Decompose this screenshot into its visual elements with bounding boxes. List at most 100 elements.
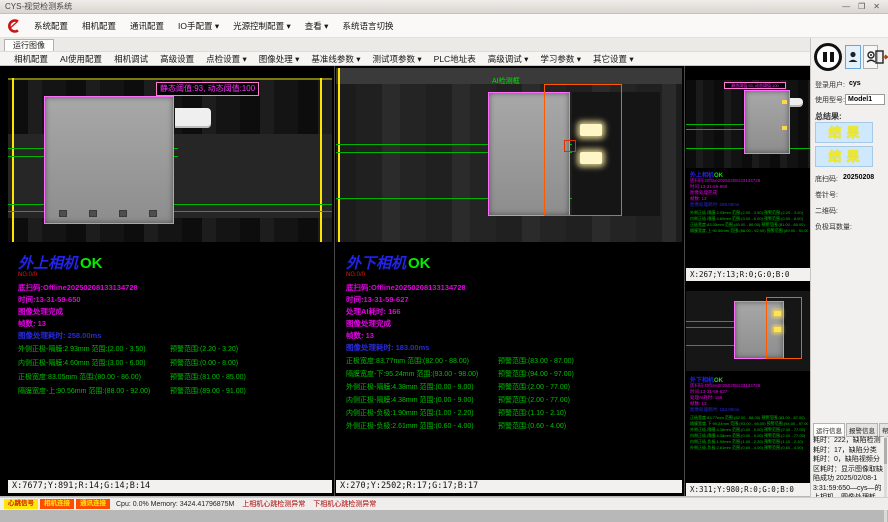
threshold-overlay-label: 静态阈值:93, 动态阈值:100 <box>156 82 259 96</box>
measurement-value: 内侧正极-隔膜:4.60mm 范围:(3.00 - 6.00) <box>690 216 763 221</box>
pixel-coordinate-readout: X:7677;Y:891;R:14;G:14;B:14 <box>8 480 332 493</box>
measurement-row: 隔膜宽度-上:90.56mm 范围:(88.00 - 92.00) 预警范围:(… <box>690 228 808 234</box>
upper-camera-image[interactable]: 静态阈值:93, 动态阈值:100 <box>8 78 332 242</box>
warn-range: 预警范围:(2.00 - 77.00) <box>498 382 570 392</box>
model-select[interactable]: Model1 <box>845 94 885 105</box>
tool-test-params[interactable]: 测试项参数 ▾ <box>367 53 428 65</box>
exit-button[interactable] <box>875 45 888 69</box>
tab-count-label: 负极耳数量: <box>815 222 852 232</box>
main-view: 静态阈值:93, 动态阈值:100 外上相机OK NG:0/0 底扫码:Offl… <box>0 66 810 496</box>
ng-note: NG:0/0 <box>346 272 365 278</box>
measurement-row: 隔膜宽度-上:90.56mm 范围:(88.00 - 92.00) 预警范围:(… <box>18 386 348 396</box>
measurement-value: 隔膜宽度-上:90.56mm 范围:(88.00 - 92.00) <box>690 228 766 233</box>
tab-run-info[interactable]: 运行信息 <box>813 423 845 437</box>
barcode-value: 20250208 <box>843 174 874 181</box>
pixel-coordinate-readout: X:311;Y:980;R:0;G:0;B:0 <box>686 483 810 496</box>
ai-time-line: 处理AI耗时: 166 <box>346 306 401 317</box>
tool-image-processing[interactable]: 图像处理 ▾ <box>253 53 306 65</box>
measurement-value: 正极宽度:83.05mm 范围:(80.00 - 86.00) <box>690 222 760 227</box>
window-controls: —❐✕ <box>838 0 884 14</box>
measurement-value: 外侧正极-隔膜:4.38mm 范围:(0.00 - 9.00) <box>346 384 474 391</box>
lower-camera-panel: AI检测框 外下相机OK NG:0/0 底扫码:Offline202502081… <box>336 66 682 496</box>
pause-button[interactable] <box>814 43 842 71</box>
maximize-button[interactable]: ❐ <box>854 2 869 11</box>
warn-range: 预警范围:(94.00 - 97.00) <box>767 421 808 426</box>
tool-advanced-settings[interactable]: 高级设置 <box>154 53 200 65</box>
yellow-marker <box>782 126 787 130</box>
upper-camera-panel: 静态阈值:93, 动态阈值:100 外上相机OK NG:0/0 底扫码:Offl… <box>8 66 332 496</box>
menu-io-config[interactable]: IO手配置 ▾ <box>171 20 226 32</box>
lower-camera-image[interactable]: AI检测框 <box>336 68 682 242</box>
log-scrollbar-thumb[interactable] <box>884 438 887 464</box>
status-bar: 心跳信号 相机连接 通讯连接 Cpu: 0.0% Memory: 3424.41… <box>0 497 888 510</box>
tab-help-info[interactable]: 帮助信息 <box>879 423 888 437</box>
time-line: 时间:13-31-59-627 <box>346 294 409 305</box>
menu-comm-config[interactable]: 通讯配置 <box>123 20 171 32</box>
elapsed-line: 图像处理耗时: 258.00ms <box>18 330 101 341</box>
measurement-row: 正极宽度:83.77mm 范围:(82.00 - 88.00) 预警范围:(83… <box>346 356 676 366</box>
ai-detect-box <box>766 297 802 359</box>
warn-range: 预警范围:(89.00 - 91.00) <box>767 228 808 233</box>
measurement-row: 外侧正极-负极:2.61mm 范围:(0.60 - 4.00) 预警范围:(0.… <box>346 421 676 431</box>
measurement-value: 外侧正极-负极:2.61mm 范围:(0.60 - 4.00) <box>690 445 763 450</box>
menu-light-config[interactable]: 光源控制配置 ▾ <box>226 20 298 32</box>
lower-camera-thumbnail[interactable]: 外下相机OK 底扫码:Offline20250208133134728 时间:1… <box>686 285 810 496</box>
window-title: CYS-视觉检测系统 <box>5 2 72 11</box>
tool-camera-debug[interactable]: 相机调试 <box>108 53 154 65</box>
menu-view[interactable]: 查看 ▾ <box>298 20 336 32</box>
warn-range: 预警范围:(0.60 - 4.00) <box>498 421 566 431</box>
measurement-value: 正极宽度:83.77mm 范围:(82.00 - 88.00) <box>690 415 760 420</box>
cell-slot <box>119 210 127 217</box>
measurement-row: 内侧正极-隔膜:4.60mm 范围:(3.00 - 6.00) 预警范围:(0.… <box>18 358 348 368</box>
tool-spot-check[interactable]: 点检设置 ▾ <box>200 53 253 65</box>
menu-camera-config[interactable]: 相机配置 <box>75 20 123 32</box>
camera-name-label: 外下相机 <box>346 254 406 272</box>
warn-range: 预警范围:(1.10 - 2.10) <box>764 439 803 444</box>
heartbeat-badge: 心跳信号 <box>4 499 38 509</box>
ai-box-label: AI检测框 <box>492 76 520 86</box>
result-badge-upper: 结果 <box>815 122 873 143</box>
warn-range: 预警范围:(83.00 - 87.00) <box>761 415 804 420</box>
measurement-row: 外侧正极-隔膜:4.38mm 范围:(0.00 - 9.00) 预警范围:(2.… <box>346 382 676 392</box>
tool-other-settings[interactable]: 其它设置 ▾ <box>587 53 640 65</box>
threshold-overlay-label: 静态阈值:93, 动态阈值:100 <box>724 82 786 89</box>
camera-title: 外上相机OK <box>18 252 103 273</box>
cell-slot <box>59 210 67 217</box>
tab-alarm-info[interactable]: 报警信息 <box>846 423 878 437</box>
warn-range: 预警范围:(0.00 - 8.00) <box>764 216 803 221</box>
tool-baseline-params[interactable]: 基准线参数 ▾ <box>305 53 366 65</box>
tool-learning-params[interactable]: 学习参数 ▾ <box>534 53 587 65</box>
menu-system-config[interactable]: 系统配置 <box>27 20 75 32</box>
operator-mode-button[interactable] <box>845 45 861 69</box>
tab-strip: 运行图像 <box>0 38 810 51</box>
camera-connect-badge: 相机连接 <box>40 499 74 509</box>
battery-cell-region <box>44 96 174 224</box>
total-result-label: 总结果: <box>815 111 842 122</box>
tool-camera-config[interactable]: 相机配置 <box>8 53 54 65</box>
menu-language-switch[interactable]: 系统语言切换 <box>335 20 400 32</box>
warn-range: 预警范围:(0.60 - 4.00) <box>764 445 803 450</box>
measurement-value: 外侧正极-隔膜:2.93mm 范围:(2.00 - 3.50) <box>690 210 763 215</box>
barcode-line: 底扫码:Offline20250208133134728 <box>18 282 138 293</box>
upper-camera-warning: 上相机心跳检测异常 <box>242 499 305 509</box>
barcode-label: 底扫码: <box>815 176 838 183</box>
upper-camera-thumbnail[interactable]: 静态阈值:93, 动态阈值:100 外上相机OK 底扫码:Offline2025… <box>686 70 810 281</box>
tool-plc-address[interactable]: PLC地址表 <box>428 53 482 65</box>
tab-run-image[interactable]: 运行图像 <box>4 39 54 51</box>
pixel-coordinate-readout: X:267;Y:13;R:0;G:0;B:0 <box>686 268 810 281</box>
frame-count-line: 帧数: 13 <box>346 330 374 341</box>
toolbar: 相机配置 AI使用配置 相机调试 高级设置 点检设置 ▾ 图像处理 ▾ 基准线参… <box>0 51 810 66</box>
minimize-button[interactable]: — <box>838 2 854 11</box>
measurement-value: 内侧正极-隔膜:4.38mm 范围:(0.00 - 9.00) <box>690 433 763 438</box>
close-button[interactable]: ✕ <box>869 2 884 11</box>
thumbnail-image <box>686 291 810 371</box>
warn-range: 预警范围:(2.00 - 77.00) <box>498 395 570 405</box>
measurement-row: 外侧正极-隔膜:2.93mm 范围:(2.00 - 3.50) 预警范围:(2.… <box>18 344 348 354</box>
lower-camera-warning: 下相机心跳检测异常 <box>313 499 376 509</box>
tool-ai-use-config[interactable]: AI使用配置 <box>54 53 108 65</box>
tool-advanced-debug[interactable]: 高级调试 ▾ <box>482 53 535 65</box>
yellow-marker <box>782 100 787 104</box>
pin-number-label: 卷针号: <box>815 190 838 200</box>
camera-name-label: 外上相机 <box>18 254 78 272</box>
yellow-guide-line <box>338 68 340 242</box>
